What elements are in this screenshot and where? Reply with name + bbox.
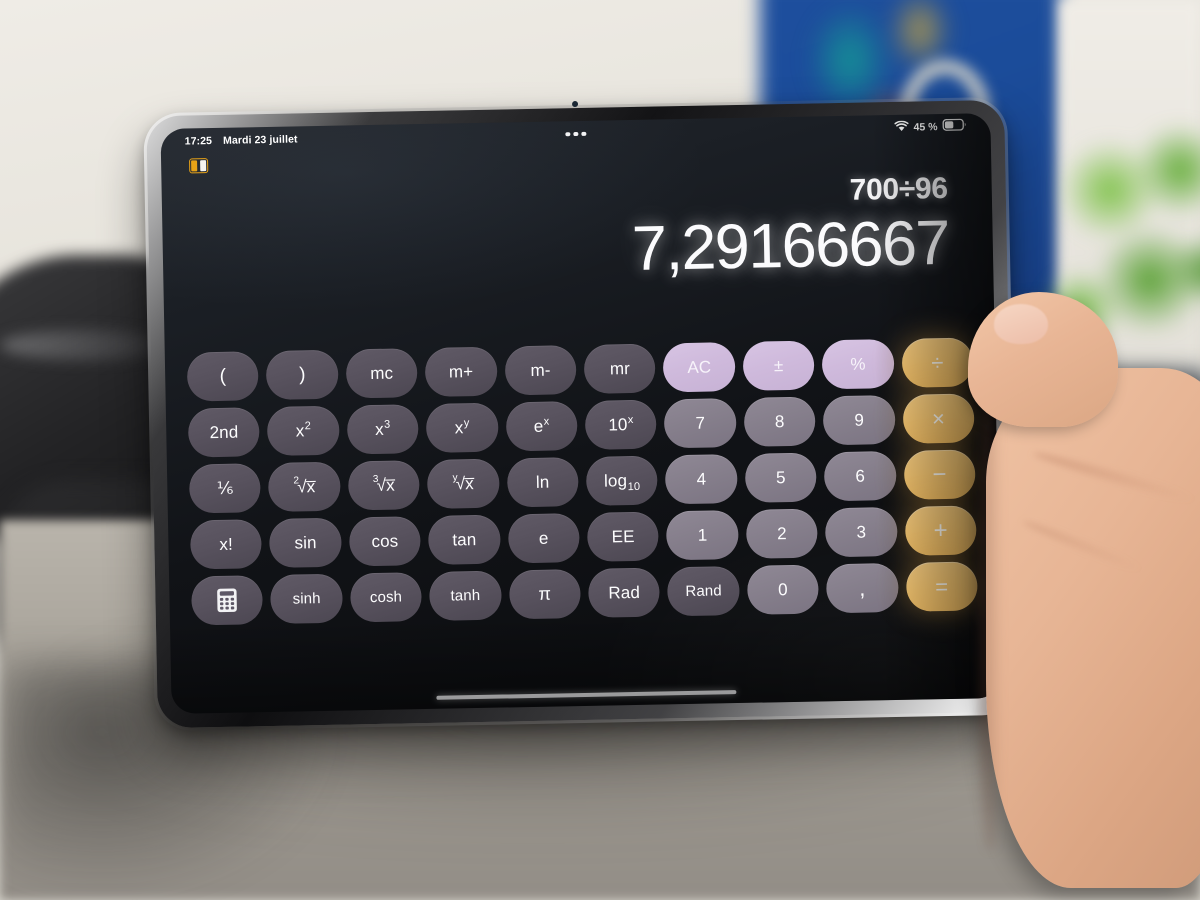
screen-shading-bottom [169,607,1002,714]
key-memory-recall[interactable]: mr [583,343,657,394]
split-view-icon-left-pane [191,160,198,172]
more-dots-icon [565,131,570,137]
background-plant [1040,110,1200,410]
key-8[interactable]: 8 [743,396,816,447]
battery-percent-label: 45 % [913,121,938,134]
key-calculator-mode[interactable] [191,575,264,626]
key-3[interactable]: 3 [825,506,898,558]
keypad-row: sinh cosh tanh π Rad Rand 0, = [191,561,978,626]
key-hyperbolic-tangent[interactable]: tanh [429,570,502,621]
key-natural-log[interactable]: ln [506,457,579,508]
key-equals[interactable]: = [905,561,978,612]
key-pi[interactable]: π [508,569,581,620]
key-nth-root[interactable]: y √x̅ [427,458,500,509]
key-sine[interactable]: sin [269,517,342,568]
key-second-function[interactable]: 2nd [187,407,261,458]
status-bar-left: 17:25 Mardi 23 juillet [185,133,298,147]
key-memory-subtract[interactable]: m- [504,345,577,396]
key-percent[interactable]: % [821,338,895,390]
key-close-paren[interactable]: ) [266,349,339,401]
keypad-row: 2nd x2 x3 xy ex 10x 7 8 9 × [187,393,975,458]
battery-icon [942,118,966,136]
calculator-display: 700÷96 7,29166667 [162,172,994,293]
key-subtract[interactable]: − [903,449,976,500]
wifi-icon [894,119,909,137]
key-memory-clear[interactable]: mc [345,348,418,399]
key-power-y[interactable]: xy [425,402,499,453]
key-tangent[interactable]: tan [428,514,501,565]
key-hyperbolic-cosine[interactable]: cosh [349,572,423,623]
key-9[interactable]: 9 [822,394,896,446]
key-scientific-notation[interactable]: EE [586,511,660,562]
key-4[interactable]: 4 [665,454,738,505]
photo-scene: 17:25 Mardi 23 juillet 45 % 700÷96 7,291… [0,0,1200,900]
calculator-icon [216,588,238,613]
key-6[interactable]: 6 [824,450,897,502]
key-radians[interactable]: Rad [588,567,661,618]
calculator-result: 7,29166667 [631,207,950,284]
key-decimal-separator[interactable]: , [826,562,899,614]
key-square[interactable]: x2 [267,405,340,457]
tablet-screen: 17:25 Mardi 23 juillet 45 % 700÷96 7,291… [160,113,1002,714]
status-bar: 17:25 Mardi 23 juillet 45 % [160,113,990,155]
key-factorial[interactable]: x! [189,519,263,570]
key-1[interactable]: 1 [666,510,739,561]
key-random[interactable]: Rand [667,565,740,617]
front-camera [571,101,579,108]
key-7[interactable]: 7 [664,398,737,449]
key-add[interactable]: + [904,505,977,556]
key-multiply[interactable]: × [902,393,975,444]
keypad-row: ⅙ 2 √x̅ 3 √x̅ y √x̅ ln log10 4 5 6− [188,449,976,514]
key-5[interactable]: 5 [744,452,817,503]
more-dots-icon [581,131,586,137]
multitasking-menu-button[interactable] [565,131,586,137]
key-sign-toggle[interactable]: ± [742,340,815,391]
calculator-keypad: () mc m+ m-mr AC ±% ÷ 2nd x2 x3 xy ex 10x 7 8 9 × ⅙ 2 √x̅ 3 √… [186,337,978,626]
key-reciprocal[interactable]: ⅙ [188,463,262,514]
home-indicator[interactable] [436,689,737,700]
key-open-paren[interactable]: ( [186,351,260,402]
key-0[interactable]: 0 [746,564,820,615]
key-square-root[interactable]: 2 √x̅ [268,461,341,513]
key-all-clear[interactable]: AC [663,342,736,393]
status-time: 17:25 [184,135,213,148]
key-euler[interactable]: e [507,513,580,564]
split-view-icon-right-pane [199,160,207,172]
background-plant-pot [1070,370,1200,490]
key-2[interactable]: 2 [745,508,819,559]
status-bar-right: 45 % [894,118,966,137]
split-view-icon[interactable] [189,158,209,174]
keypad-row: () mc m+ m-mr AC ±% ÷ [186,337,974,402]
key-exp-ten[interactable]: 10x [584,399,658,450]
status-date: Mardi 23 juillet [222,133,298,147]
key-cube-root[interactable]: 3 √x̅ [347,460,421,511]
tablet-device: 17:25 Mardi 23 juillet 45 % 700÷96 7,291… [146,99,1016,729]
key-cosine[interactable]: cos [348,516,422,567]
key-log-base-ten[interactable]: log10 [585,455,659,506]
more-dots-icon [573,131,578,137]
key-exp-e[interactable]: ex [505,401,578,452]
key-cube[interactable]: x3 [346,404,419,455]
key-divide[interactable]: ÷ [901,337,974,388]
keypad-row: x! sin cos tan e EE 1 2 3 + [189,505,977,570]
key-hyperbolic-sine[interactable]: sinh [270,573,343,624]
background-speaker-highlight [0,330,170,360]
key-memory-add[interactable]: m+ [424,346,498,397]
